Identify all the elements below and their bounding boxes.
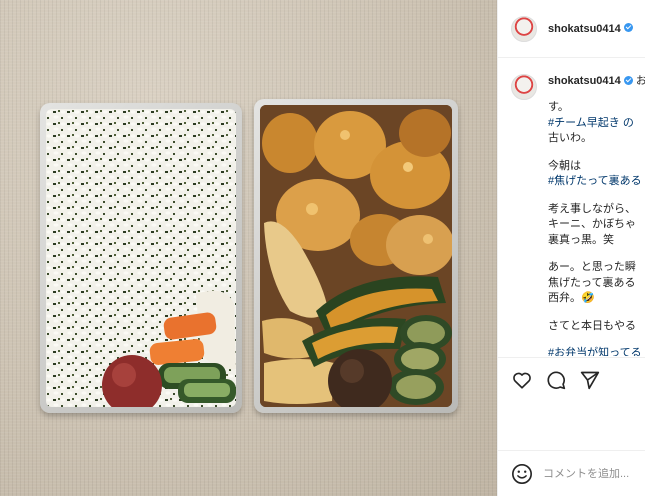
caption-avatar[interactable] xyxy=(511,74,537,100)
share-icon xyxy=(580,371,600,390)
caption-line: あー。と思った瞬 xyxy=(548,261,636,273)
caption-hashtag[interactable]: #チーム早起き の xyxy=(548,116,645,132)
rice-illustration xyxy=(46,109,236,407)
caption-header: shokatsu0414 お xyxy=(511,74,645,100)
comment-input[interactable] xyxy=(543,467,643,480)
emoji-icon[interactable] xyxy=(511,463,533,485)
caption-line: 裏真っ黒。笑 xyxy=(548,233,614,246)
username-link[interactable]: shokatsu0414 xyxy=(548,23,633,35)
caption-line: す。 xyxy=(548,101,569,113)
comment-bar xyxy=(498,450,645,496)
caption-first-line: shokatsu0414 お xyxy=(548,74,645,90)
caption-username[interactable]: shokatsu0414 xyxy=(548,75,621,87)
avatar[interactable] xyxy=(511,15,537,42)
verified-badge-icon xyxy=(623,23,633,33)
caption-line: 今朝は xyxy=(548,159,581,172)
okazu-illustration xyxy=(260,105,452,407)
caption-hashtag[interactable]: #焦げたって裏ある xyxy=(548,174,645,190)
caption-line: 古いわ。 xyxy=(548,132,592,144)
caption: shokatsu0414 お す。 #チーム早起き の古いわ。今朝は #焦げたって裏… xyxy=(511,74,645,356)
caption-line: 焦げたって裏ある xyxy=(548,276,636,289)
username[interactable]: shokatsu0414 xyxy=(548,23,621,35)
bento-box-rice xyxy=(40,103,242,413)
like-button[interactable] xyxy=(511,369,533,391)
caption-line: 考え事しながら、 xyxy=(548,202,636,215)
share-button[interactable] xyxy=(579,369,601,391)
caption-line: 西弁。🤣 xyxy=(548,292,595,304)
heart-icon xyxy=(513,372,531,389)
caption-hashtag[interactable]: #お弁当が知ってる xyxy=(548,346,645,356)
action-bar xyxy=(498,357,645,402)
post-side-panel: shokatsu0414 shokatsu0414 お す。 #チーム早起き の古… xyxy=(497,0,645,496)
bento-box-okazu xyxy=(254,99,458,413)
post-photo[interactable] xyxy=(0,0,497,496)
comment-button[interactable] xyxy=(545,369,567,391)
okazu-compartment xyxy=(260,105,452,407)
comment-icon xyxy=(547,371,566,390)
caption-line: さてと本日もやる xyxy=(548,319,636,332)
caption-body: す。 #チーム早起き の古いわ。今朝は #焦げたって裏ある 考え事しながら、 キーニ、か… xyxy=(548,100,645,356)
verified-badge-icon xyxy=(623,75,633,85)
caption-first-line-rest: お xyxy=(635,75,645,87)
post-header: shokatsu0414 xyxy=(498,0,645,58)
caption-line: キーニ、かぼちゃ xyxy=(548,218,636,230)
rice-compartment xyxy=(46,109,236,407)
